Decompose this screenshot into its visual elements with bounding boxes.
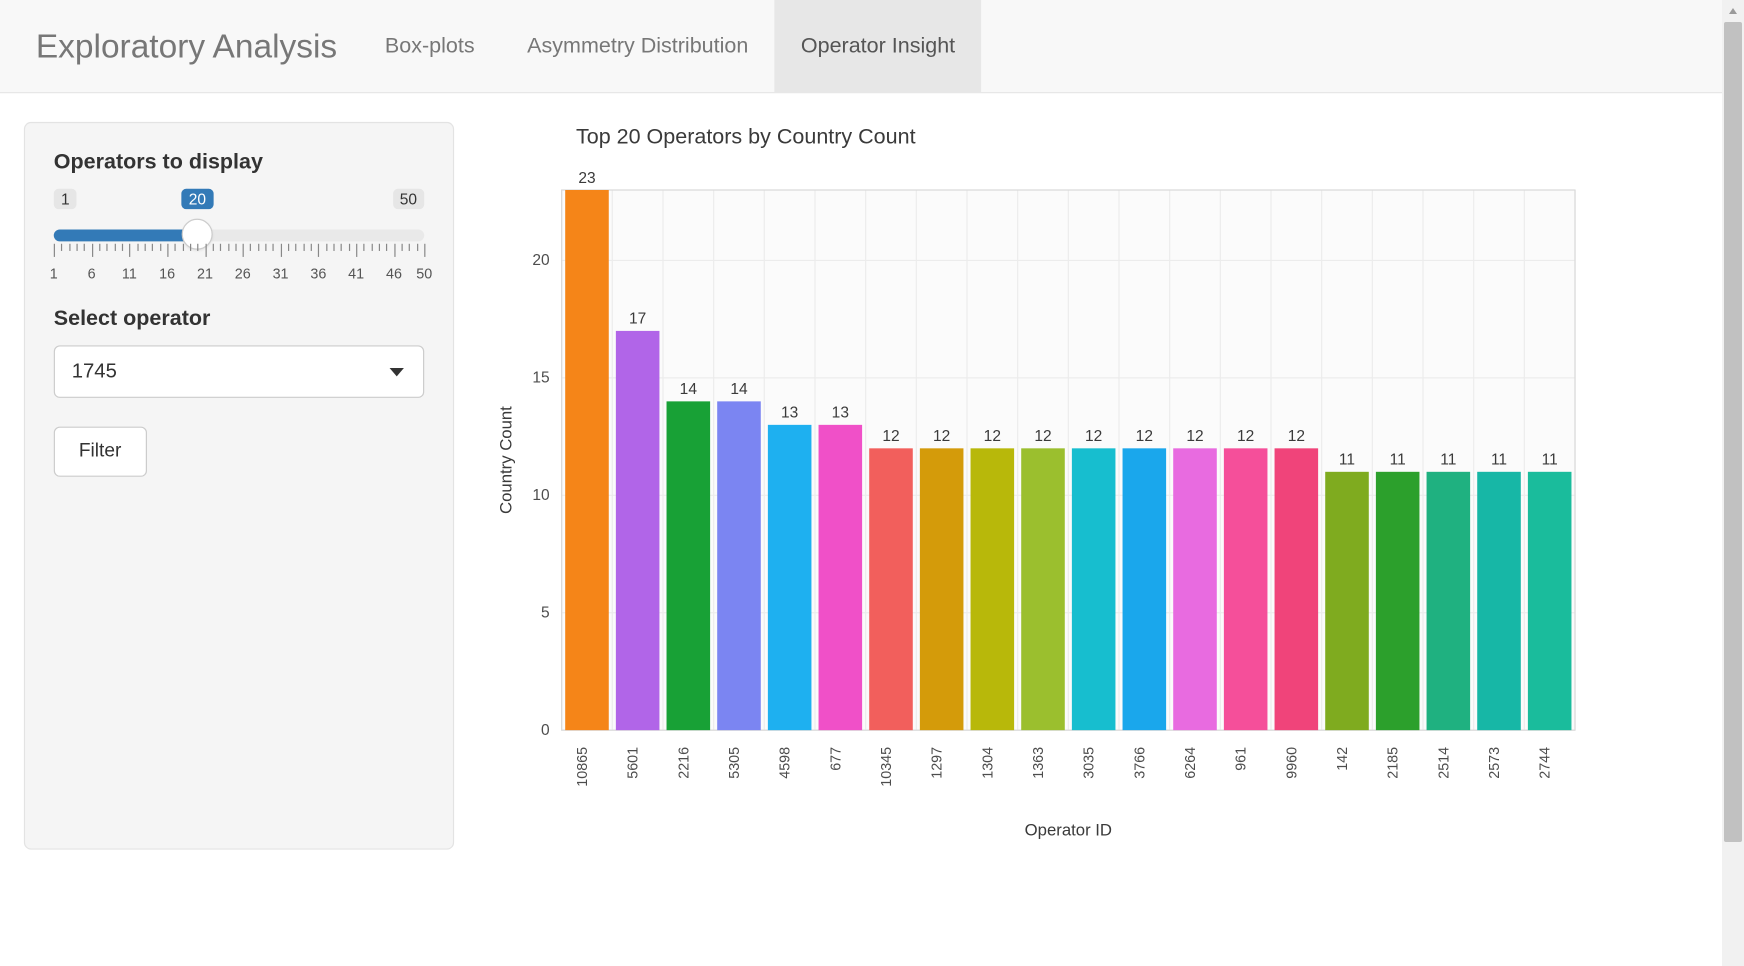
bar — [1376, 472, 1420, 730]
tab-box-plots[interactable]: Box-plots — [359, 0, 501, 92]
chevron-down-icon — [390, 367, 404, 375]
svg-text:961: 961 — [1234, 747, 1250, 771]
svg-text:12: 12 — [1288, 428, 1305, 445]
svg-text:2514: 2514 — [1436, 747, 1452, 779]
svg-text:12: 12 — [882, 428, 899, 445]
operators-slider[interactable]: 1 20 50 16111621263136414650 — [54, 189, 424, 297]
svg-text:2573: 2573 — [1487, 747, 1503, 779]
svg-text:3035: 3035 — [1082, 747, 1098, 779]
svg-text:10345: 10345 — [879, 747, 895, 787]
svg-text:Operator ID: Operator ID — [1025, 820, 1112, 839]
bar — [565, 190, 609, 730]
svg-text:Country Count: Country Count — [496, 406, 515, 514]
sidebar-panel: Operators to display 1 20 50 16111621263… — [24, 122, 454, 850]
nav-tabs: Box-plotsAsymmetry DistributionOperator … — [359, 0, 982, 92]
svg-text:12: 12 — [1237, 428, 1254, 445]
svg-text:142: 142 — [1335, 747, 1351, 771]
slider-ticks — [54, 244, 424, 263]
bar — [819, 425, 863, 730]
svg-text:2216: 2216 — [676, 747, 692, 779]
svg-text:1363: 1363 — [1031, 747, 1047, 779]
svg-text:17: 17 — [629, 311, 646, 328]
svg-text:3766: 3766 — [1132, 747, 1148, 779]
svg-text:11: 11 — [1491, 452, 1507, 469]
operators-slider-label: Operators to display — [54, 149, 424, 174]
bar — [1528, 472, 1572, 730]
svg-text:10: 10 — [532, 487, 550, 504]
svg-text:20: 20 — [532, 252, 550, 269]
slider-fill — [54, 229, 198, 241]
tab-asymmetry-distribution[interactable]: Asymmetry Distribution — [501, 0, 775, 92]
svg-text:5: 5 — [541, 605, 550, 622]
bar — [667, 401, 711, 730]
svg-text:10865: 10865 — [575, 747, 591, 787]
navbar: Exploratory Analysis Box-plotsAsymmetry … — [0, 0, 1742, 93]
svg-text:12: 12 — [1085, 428, 1102, 445]
tab-operator-insight[interactable]: Operator Insight — [775, 0, 982, 92]
bar — [717, 401, 761, 730]
svg-text:14: 14 — [730, 381, 748, 398]
svg-text:23: 23 — [578, 170, 595, 187]
svg-text:5305: 5305 — [727, 747, 743, 779]
svg-text:14: 14 — [680, 381, 698, 398]
slider-track[interactable] — [54, 229, 424, 241]
svg-text:12: 12 — [1136, 428, 1153, 445]
svg-text:0: 0 — [541, 722, 550, 739]
operator-select-value: 1745 — [72, 360, 117, 384]
bar — [1123, 448, 1167, 730]
svg-text:12: 12 — [933, 428, 950, 445]
bar — [1072, 448, 1116, 730]
operator-select[interactable]: 1745 — [54, 345, 424, 398]
svg-text:13: 13 — [781, 405, 798, 422]
svg-text:15: 15 — [532, 370, 549, 387]
slider-min-cap: 1 — [54, 189, 77, 209]
scrollbar-thumb[interactable] — [1724, 22, 1742, 842]
scrollbar-up-arrow-icon[interactable] — [1722, 0, 1744, 22]
bar — [869, 448, 913, 730]
svg-text:4598: 4598 — [778, 747, 794, 779]
bar — [971, 448, 1015, 730]
bar — [1224, 448, 1268, 730]
slider-value-bubble: 20 — [182, 189, 214, 209]
bar — [1427, 472, 1471, 730]
vertical-scrollbar[interactable] — [1722, 0, 1744, 966]
svg-text:6264: 6264 — [1183, 747, 1199, 779]
svg-text:2185: 2185 — [1386, 747, 1402, 779]
svg-text:11: 11 — [1390, 452, 1406, 469]
select-operator-label: Select operator — [54, 306, 424, 331]
bar — [920, 448, 964, 730]
svg-text:11: 11 — [1440, 452, 1456, 469]
svg-text:9960: 9960 — [1284, 747, 1300, 779]
svg-text:5601: 5601 — [626, 747, 642, 779]
bar — [1021, 448, 1065, 730]
svg-text:13: 13 — [832, 405, 849, 422]
chart-title: Top 20 Operators by Country Count — [576, 124, 1718, 149]
svg-text:1297: 1297 — [930, 747, 946, 779]
bar-chart: 0 5 10 15 20 23 10865 17 5601 14 2216 14 5305 13 4598 1… — [488, 157, 1587, 850]
svg-text:12: 12 — [984, 428, 1001, 445]
chart-area: Top 20 Operators by Country Count 0 5 10 15… — [488, 122, 1719, 850]
bar — [1477, 472, 1521, 730]
svg-text:1304: 1304 — [980, 747, 996, 779]
app-title: Exploratory Analysis — [24, 27, 359, 65]
filter-button[interactable]: Filter — [54, 427, 147, 477]
svg-text:677: 677 — [828, 747, 844, 771]
svg-text:12: 12 — [1034, 428, 1051, 445]
bar — [616, 331, 660, 730]
bar — [1275, 448, 1319, 730]
svg-text:2744: 2744 — [1538, 747, 1554, 779]
bar — [1325, 472, 1369, 730]
svg-text:11: 11 — [1542, 452, 1558, 469]
slider-max-cap: 50 — [393, 189, 425, 209]
bar — [768, 425, 812, 730]
svg-text:11: 11 — [1339, 452, 1355, 469]
bar — [1173, 448, 1217, 730]
svg-text:12: 12 — [1186, 428, 1203, 445]
